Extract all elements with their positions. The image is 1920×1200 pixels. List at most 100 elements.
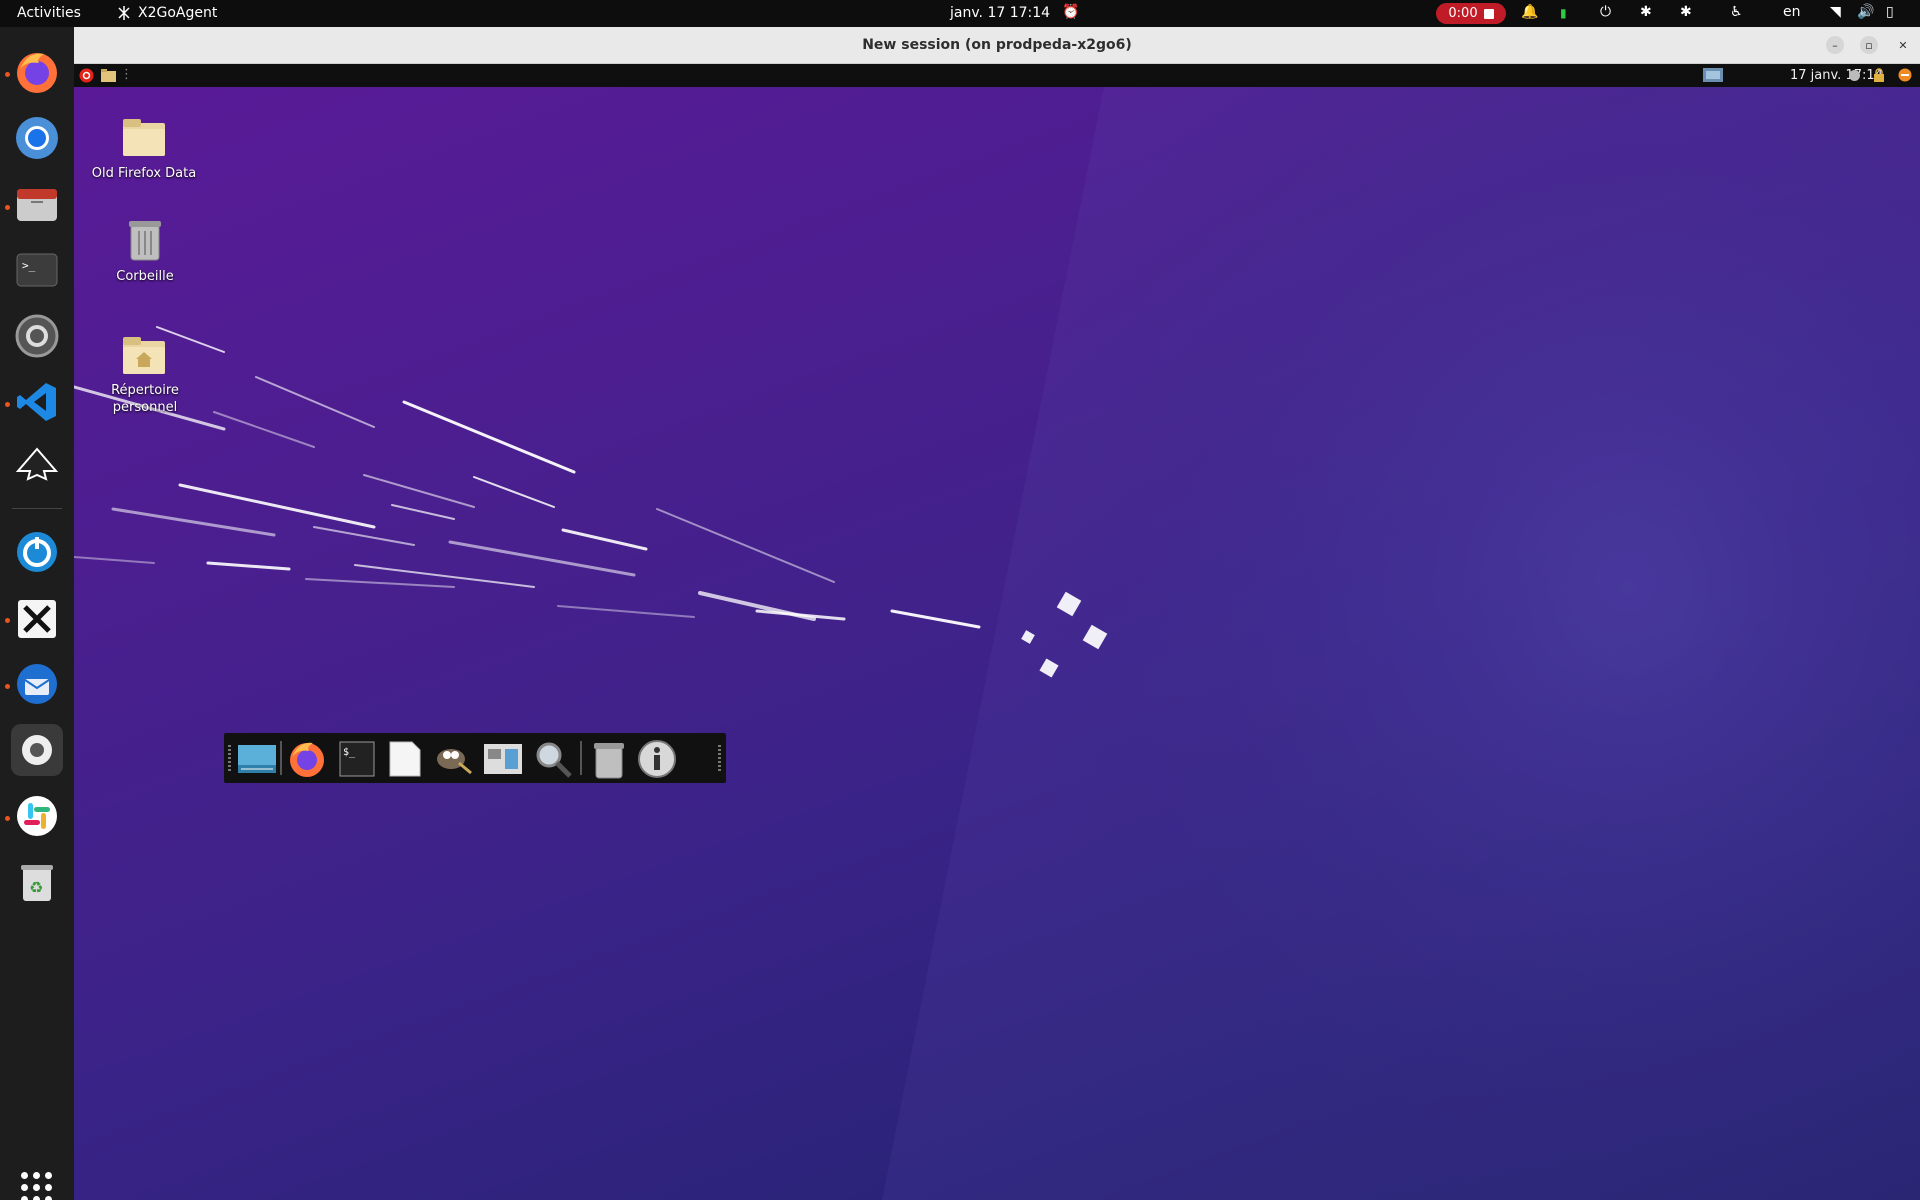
running-indicator: [5, 684, 10, 689]
wifi-icon[interactable]: ◥: [1830, 4, 1841, 20]
remote-clock[interactable]: 17 janv. 17:14: [1790, 68, 1883, 83]
running-indicator: [5, 816, 10, 821]
remote-desktop[interactable]: Old Firefox Data Corbeille Répertoire pe…: [74, 87, 1920, 1200]
chromium-icon: [16, 117, 58, 159]
x2go-app-icon: [118, 6, 130, 20]
dock-vscode[interactable]: [11, 376, 63, 428]
svg-text:>_: >_: [22, 259, 36, 272]
power-icon[interactable]: ⏻: [1600, 4, 1611, 20]
running-indicator: [5, 205, 10, 210]
thunderbird-icon: [17, 664, 57, 704]
desktop-icon-label: Répertoire personnel: [111, 383, 179, 415]
home-folder-icon: [123, 337, 165, 374]
dock: >_ ♻: [0, 27, 74, 1200]
maximize-button[interactable]: ▫: [1860, 36, 1878, 54]
launcher-firefox[interactable]: [286, 738, 328, 780]
search-icon: [536, 742, 572, 778]
text-editor-icon: [389, 741, 421, 777]
x2go-session-window: New session (on prodpeda-x2go6) – ▫ ✕ ⋮ …: [74, 27, 1920, 1200]
folder-icon: [123, 119, 165, 156]
globe-icon[interactable]: [1848, 69, 1861, 82]
dock-x2go[interactable]: [11, 526, 63, 578]
launcher-show-desktop[interactable]: [236, 738, 278, 780]
info-icon: [638, 740, 676, 778]
svg-text:♻: ♻: [29, 878, 43, 897]
dock-inkscape[interactable]: [11, 442, 63, 494]
accessibility-icon[interactable]: ♿: [1730, 4, 1743, 20]
launcher-search[interactable]: [532, 738, 574, 780]
status-indicator-icon[interactable]: ▮: [1560, 6, 1567, 20]
launcher-workspaces[interactable]: [482, 738, 524, 780]
folder-icon[interactable]: [101, 69, 116, 82]
dock-thunderbird[interactable]: [11, 658, 63, 710]
terminal-icon: $_: [339, 741, 375, 777]
dock-settings[interactable]: [11, 310, 63, 362]
gimp-icon: [437, 749, 472, 775]
dock-firefox[interactable]: [11, 46, 63, 98]
launcher-trash[interactable]: [588, 738, 630, 780]
svg-text:$_: $_: [343, 747, 356, 758]
dock-chromium[interactable]: [11, 112, 63, 164]
launcher-panel: $_: [224, 733, 726, 783]
app-name-label: X2GoAgent: [138, 5, 218, 21]
volume-icon[interactable]: 🔊: [1857, 4, 1874, 20]
stop-icon: [1483, 8, 1494, 19]
dock-slack[interactable]: [11, 790, 63, 842]
slack-tray-icon[interactable]: ✱: [1640, 4, 1652, 20]
firefox-icon: [17, 53, 57, 93]
network-monitor-icon[interactable]: [1702, 66, 1724, 84]
window-titlebar[interactable]: New session (on prodpeda-x2go6) – ▫ ✕: [74, 27, 1920, 64]
launcher-terminal[interactable]: $_: [336, 738, 378, 780]
menu-logo-icon[interactable]: [79, 68, 94, 83]
top-bar: Activities X2GoAgent janv. 17 17:14 ⏰ 0:…: [0, 0, 1920, 27]
panel-grip[interactable]: [718, 745, 721, 771]
desktop-icon: [238, 745, 276, 773]
activities-button[interactable]: Activities: [17, 5, 81, 21]
launcher-text-editor[interactable]: [384, 738, 426, 780]
remote-panel: ⋮ 17 janv. 17:14: [74, 64, 1920, 87]
running-indicator: [5, 72, 10, 77]
xmind-icon: [18, 600, 56, 638]
wallpaper-art: [74, 87, 1920, 1200]
terminal-icon: >_: [16, 253, 58, 287]
language-indicator[interactable]: en: [1783, 4, 1801, 20]
panel-handle-icon: ⋮: [120, 67, 133, 82]
inkscape-icon: [15, 447, 59, 481]
trash-icon: [594, 743, 624, 779]
minimize-button[interactable]: –: [1826, 36, 1844, 54]
dock-gnome-settings[interactable]: [11, 724, 63, 776]
desktop-icon-label: Old Firefox Data: [91, 166, 197, 181]
firefox-icon: [290, 742, 324, 777]
separator: [580, 741, 582, 775]
dock-files[interactable]: [11, 178, 63, 230]
slack-icon: [17, 796, 57, 836]
vscode-icon: [17, 383, 56, 421]
x2go-icon: [17, 532, 57, 572]
dock-xmind[interactable]: [11, 592, 63, 644]
desktop-icon-label: Corbeille: [116, 269, 174, 284]
running-indicator: [5, 402, 10, 407]
launcher-gimp[interactable]: [432, 738, 474, 780]
dock-terminal[interactable]: >_: [11, 244, 63, 296]
recording-time: 0:00: [1448, 6, 1478, 21]
trash-icon: [129, 221, 161, 261]
logout-icon[interactable]: [1898, 68, 1912, 82]
app-menu[interactable]: X2GoAgent: [116, 5, 217, 21]
dock-trash[interactable]: ♻: [11, 856, 63, 908]
screen-recording-indicator[interactable]: 0:00: [1436, 3, 1506, 24]
running-indicator: [5, 618, 10, 623]
panel-grip[interactable]: [228, 745, 231, 771]
clock[interactable]: janv. 17 17:14: [950, 5, 1050, 21]
battery-icon[interactable]: ▯: [1886, 4, 1894, 20]
separator: [280, 741, 282, 775]
launcher-info[interactable]: [636, 738, 678, 780]
slack-tray-icon-2[interactable]: ✱: [1680, 4, 1692, 20]
settings-icon: [15, 314, 59, 358]
dock-separator: [12, 508, 62, 509]
lock-icon[interactable]: [1873, 68, 1885, 82]
files-icon: [17, 189, 57, 221]
close-button[interactable]: ✕: [1894, 36, 1912, 54]
show-applications-icon[interactable]: [21, 1172, 53, 1200]
notification-bell-icon[interactable]: 🔔: [1521, 4, 1538, 20]
trash-icon: ♻: [21, 865, 53, 901]
